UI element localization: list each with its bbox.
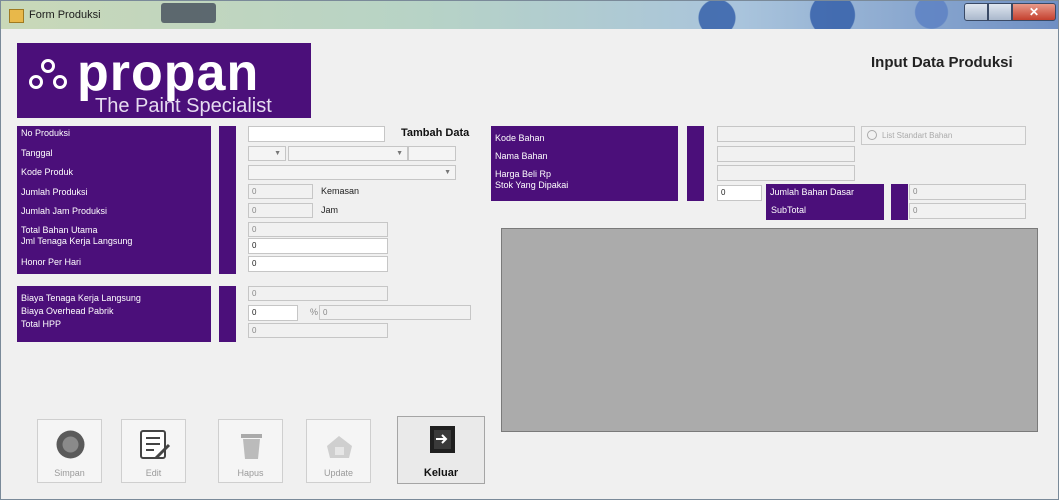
label-total-bahan-utama: Total Bahan Utama bbox=[21, 225, 98, 235]
jml-tenaga-kerja-input[interactable]: 0 bbox=[248, 238, 388, 254]
left-separator-bar bbox=[219, 126, 236, 274]
material-separator-bar bbox=[687, 126, 704, 201]
jumlah-bahan-dasar-field: 0 bbox=[909, 184, 1026, 200]
search-icon bbox=[867, 130, 877, 140]
sub-separator-bar bbox=[891, 184, 908, 220]
keluar-label: Keluar bbox=[423, 467, 459, 479]
overhead-input[interactable]: 0 bbox=[248, 305, 298, 321]
chevron-down-icon: ▼ bbox=[274, 150, 281, 157]
window-title: Form Produksi bbox=[29, 9, 101, 21]
page-title: Input Data Produksi bbox=[871, 54, 1013, 71]
close-button[interactable]: ✕ bbox=[1012, 3, 1056, 21]
label-jumlah-bahan-dasar: Jumlah Bahan Dasar bbox=[770, 187, 855, 197]
total-hpp-field: 0 bbox=[248, 323, 388, 338]
logo-wordmark: propan bbox=[77, 44, 260, 102]
material-data-grid[interactable] bbox=[501, 228, 1038, 432]
maximize-button[interactable] bbox=[988, 3, 1012, 21]
hapus-button[interactable]: Hapus bbox=[218, 419, 283, 483]
label-jumlah-jam-produksi: Jumlah Jam Produksi bbox=[21, 206, 108, 216]
app-icon bbox=[9, 9, 24, 23]
percent-label: % bbox=[310, 307, 319, 317]
minimize-button[interactable] bbox=[964, 3, 988, 21]
chevron-down-icon: ▼ bbox=[396, 150, 403, 157]
label-stok-dipakai: Stok Yang Dipakai bbox=[495, 180, 569, 190]
exit-icon bbox=[430, 426, 455, 453]
hapus-label: Hapus bbox=[237, 468, 264, 478]
simpan-label: Simpan bbox=[54, 468, 85, 478]
list-standart-bahan-button[interactable]: List Standart Bahan bbox=[861, 126, 1026, 145]
label-jml-tenaga-kerja: Jml Tenaga Kerja Langsung bbox=[21, 236, 133, 246]
jumlah-produksi-input[interactable]: 0 bbox=[248, 184, 313, 199]
cost-separator-bar bbox=[219, 286, 236, 342]
edit-label: Edit bbox=[145, 468, 162, 478]
material-labels-panel: Kode Bahan Nama Bahan Harga Beli Rp Stok… bbox=[491, 126, 678, 201]
label-biaya-tkl: Biaya Tenaga Kerja Langsung bbox=[21, 293, 141, 303]
tanggal-year-combo[interactable] bbox=[408, 146, 456, 161]
label-tanggal: Tanggal bbox=[21, 148, 53, 158]
list-standart-bahan-label: List Standart Bahan bbox=[882, 131, 953, 140]
biaya-tkl-field: 0 bbox=[248, 286, 388, 301]
label-no-produksi: No Produksi bbox=[21, 128, 71, 138]
overhead-percent-field: 0 bbox=[319, 305, 471, 320]
titlebar-background-art bbox=[651, 1, 981, 29]
cost-labels-panel: Biaya Tenaga Kerja Langsung Biaya Overhe… bbox=[17, 286, 211, 342]
logo-dots-icon bbox=[27, 59, 71, 99]
chevron-down-icon: ▼ bbox=[444, 169, 451, 176]
label-kode-bahan: Kode Bahan bbox=[495, 133, 545, 143]
tanggal-day-combo[interactable]: ▼ bbox=[248, 146, 286, 161]
keluar-button[interactable]: Keluar bbox=[397, 416, 485, 484]
kemasan-unit-label: Kemasan bbox=[321, 186, 360, 196]
logo-tagline: The Paint Specialist bbox=[95, 95, 272, 117]
trash-icon bbox=[241, 434, 262, 459]
label-harga-beli: Harga Beli Rp bbox=[495, 169, 552, 179]
total-bahan-utama-field: 0 bbox=[248, 222, 388, 237]
tanggal-month-combo[interactable]: ▼ bbox=[288, 146, 408, 161]
stok-dipakai-input[interactable]: 0 bbox=[717, 185, 762, 201]
label-nama-bahan: Nama Bahan bbox=[495, 151, 548, 161]
window-controls: ✕ bbox=[964, 3, 1056, 21]
honor-per-hari-input[interactable]: 0 bbox=[248, 256, 388, 272]
label-jumlah-produksi: Jumlah Produksi bbox=[21, 187, 88, 197]
label-honor-per-hari: Honor Per Hari bbox=[21, 257, 82, 267]
edit-button[interactable]: Edit bbox=[121, 419, 186, 483]
update-label: Update bbox=[323, 468, 354, 478]
kode-bahan-field bbox=[717, 126, 855, 142]
sub-labels-panel: Jumlah Bahan Dasar SubTotal bbox=[766, 184, 884, 220]
no-produksi-input[interactable] bbox=[248, 126, 385, 142]
propan-logo: propan The Paint Specialist bbox=[17, 43, 311, 118]
simpan-button[interactable]: Simpan bbox=[37, 419, 102, 483]
kode-produk-combo[interactable]: ▼ bbox=[248, 165, 456, 180]
update-button[interactable]: Update bbox=[306, 419, 371, 483]
jumlah-jam-input[interactable]: 0 bbox=[248, 203, 313, 218]
label-subtotal: SubTotal bbox=[771, 205, 807, 215]
subtotal-field: 0 bbox=[909, 203, 1026, 219]
save-icon bbox=[56, 430, 85, 459]
label-kode-produk: Kode Produk bbox=[21, 167, 74, 177]
label-total-hpp: Total HPP bbox=[21, 319, 62, 329]
edit-icon bbox=[140, 430, 171, 460]
label-biaya-overhead: Biaya Overhead Pabrik bbox=[21, 306, 114, 316]
nama-bahan-field bbox=[717, 146, 855, 162]
title-bar[interactable]: Form Produksi ✕ bbox=[1, 1, 1058, 29]
production-labels-panel: No Produksi Tanggal Kode Produk Jumlah P… bbox=[17, 126, 211, 274]
form-produksi-window: Form Produksi ✕ propan The Paint Special… bbox=[0, 0, 1059, 500]
jam-unit-label: Jam bbox=[321, 205, 339, 215]
harga-beli-field bbox=[717, 165, 855, 181]
tambah-data-link[interactable]: Tambah Data bbox=[401, 127, 469, 139]
titlebar-decoration bbox=[161, 3, 216, 23]
update-icon bbox=[327, 436, 352, 458]
